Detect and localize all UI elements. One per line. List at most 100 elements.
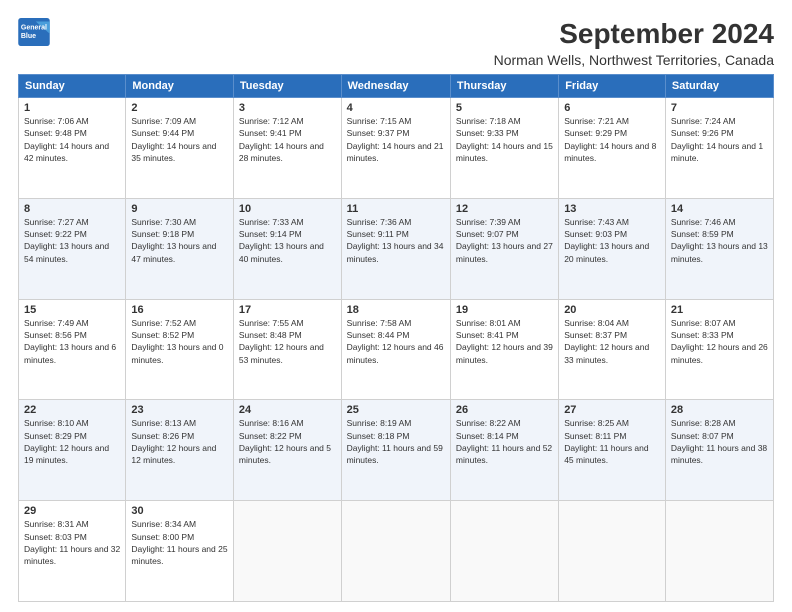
calendar-cell: 8Sunrise: 7:27 AMSunset: 9:22 PMDaylight…: [19, 198, 126, 299]
calendar-cell: 13Sunrise: 7:43 AMSunset: 9:03 PMDayligh…: [559, 198, 666, 299]
day-info: Sunrise: 8:07 AMSunset: 8:33 PMDaylight:…: [671, 317, 768, 366]
day-info: Sunrise: 7:46 AMSunset: 8:59 PMDaylight:…: [671, 216, 768, 265]
calendar-cell: 14Sunrise: 7:46 AMSunset: 8:59 PMDayligh…: [665, 198, 773, 299]
day-header-sunday: Sunday: [19, 75, 126, 98]
day-info: Sunrise: 7:39 AMSunset: 9:07 PMDaylight:…: [456, 216, 553, 265]
day-number: 16: [131, 304, 228, 316]
calendar-cell: 18Sunrise: 7:58 AMSunset: 8:44 PMDayligh…: [341, 299, 450, 400]
calendar-week-row: 15Sunrise: 7:49 AMSunset: 8:56 PMDayligh…: [19, 299, 774, 400]
day-info: Sunrise: 7:12 AMSunset: 9:41 PMDaylight:…: [239, 115, 336, 164]
calendar-cell: 11Sunrise: 7:36 AMSunset: 9:11 PMDayligh…: [341, 198, 450, 299]
day-number: 7: [671, 102, 768, 114]
day-number: 25: [347, 404, 445, 416]
calendar-cell: 21Sunrise: 8:07 AMSunset: 8:33 PMDayligh…: [665, 299, 773, 400]
day-number: 28: [671, 404, 768, 416]
day-info: Sunrise: 7:49 AMSunset: 8:56 PMDaylight:…: [24, 317, 120, 366]
calendar-cell: 12Sunrise: 7:39 AMSunset: 9:07 PMDayligh…: [450, 198, 558, 299]
calendar-cell: 9Sunrise: 7:30 AMSunset: 9:18 PMDaylight…: [126, 198, 234, 299]
day-header-saturday: Saturday: [665, 75, 773, 98]
day-header-friday: Friday: [559, 75, 666, 98]
calendar-week-row: 22Sunrise: 8:10 AMSunset: 8:29 PMDayligh…: [19, 400, 774, 501]
day-info: Sunrise: 8:31 AMSunset: 8:03 PMDaylight:…: [24, 518, 120, 567]
day-info: Sunrise: 8:34 AMSunset: 8:00 PMDaylight:…: [131, 518, 228, 567]
day-number: 4: [347, 102, 445, 114]
calendar-cell: [665, 501, 773, 602]
day-number: 26: [456, 404, 553, 416]
day-info: Sunrise: 8:25 AMSunset: 8:11 PMDaylight:…: [564, 417, 660, 466]
calendar-cell: 20Sunrise: 8:04 AMSunset: 8:37 PMDayligh…: [559, 299, 666, 400]
calendar-week-row: 8Sunrise: 7:27 AMSunset: 9:22 PMDaylight…: [19, 198, 774, 299]
day-number: 6: [564, 102, 660, 114]
day-info: Sunrise: 7:30 AMSunset: 9:18 PMDaylight:…: [131, 216, 228, 265]
day-header-wednesday: Wednesday: [341, 75, 450, 98]
day-info: Sunrise: 7:43 AMSunset: 9:03 PMDaylight:…: [564, 216, 660, 265]
calendar-cell: 17Sunrise: 7:55 AMSunset: 8:48 PMDayligh…: [233, 299, 341, 400]
calendar-cell: 1Sunrise: 7:06 AMSunset: 9:48 PMDaylight…: [19, 98, 126, 199]
svg-text:General: General: [21, 24, 47, 31]
day-number: 29: [24, 505, 120, 517]
day-number: 5: [456, 102, 553, 114]
day-number: 10: [239, 203, 336, 215]
day-info: Sunrise: 8:19 AMSunset: 8:18 PMDaylight:…: [347, 417, 445, 466]
calendar-cell: 24Sunrise: 8:16 AMSunset: 8:22 PMDayligh…: [233, 400, 341, 501]
day-header-monday: Monday: [126, 75, 234, 98]
day-info: Sunrise: 7:55 AMSunset: 8:48 PMDaylight:…: [239, 317, 336, 366]
day-info: Sunrise: 7:21 AMSunset: 9:29 PMDaylight:…: [564, 115, 660, 164]
day-number: 14: [671, 203, 768, 215]
calendar-cell: [341, 501, 450, 602]
day-number: 8: [24, 203, 120, 215]
subtitle: Norman Wells, Northwest Territories, Can…: [494, 52, 774, 68]
calendar-page: General Blue September 2024 Norman Wells…: [0, 0, 792, 612]
day-info: Sunrise: 8:16 AMSunset: 8:22 PMDaylight:…: [239, 417, 336, 466]
day-info: Sunrise: 8:22 AMSunset: 8:14 PMDaylight:…: [456, 417, 553, 466]
calendar-table: SundayMondayTuesdayWednesdayThursdayFrid…: [18, 74, 774, 602]
calendar-cell: 23Sunrise: 8:13 AMSunset: 8:26 PMDayligh…: [126, 400, 234, 501]
logo-icon: General Blue: [18, 18, 50, 46]
day-number: 27: [564, 404, 660, 416]
day-number: 17: [239, 304, 336, 316]
day-number: 13: [564, 203, 660, 215]
calendar-header-row: SundayMondayTuesdayWednesdayThursdayFrid…: [19, 75, 774, 98]
day-info: Sunrise: 7:52 AMSunset: 8:52 PMDaylight:…: [131, 317, 228, 366]
calendar-cell: 26Sunrise: 8:22 AMSunset: 8:14 PMDayligh…: [450, 400, 558, 501]
calendar-cell: 28Sunrise: 8:28 AMSunset: 8:07 PMDayligh…: [665, 400, 773, 501]
calendar-week-row: 29Sunrise: 8:31 AMSunset: 8:03 PMDayligh…: [19, 501, 774, 602]
day-number: 22: [24, 404, 120, 416]
calendar-cell: 10Sunrise: 7:33 AMSunset: 9:14 PMDayligh…: [233, 198, 341, 299]
day-number: 30: [131, 505, 228, 517]
calendar-week-row: 1Sunrise: 7:06 AMSunset: 9:48 PMDaylight…: [19, 98, 774, 199]
day-info: Sunrise: 7:33 AMSunset: 9:14 PMDaylight:…: [239, 216, 336, 265]
day-number: 9: [131, 203, 228, 215]
day-number: 18: [347, 304, 445, 316]
day-number: 19: [456, 304, 553, 316]
day-number: 1: [24, 102, 120, 114]
day-number: 21: [671, 304, 768, 316]
calendar-cell: 6Sunrise: 7:21 AMSunset: 9:29 PMDaylight…: [559, 98, 666, 199]
day-info: Sunrise: 7:06 AMSunset: 9:48 PMDaylight:…: [24, 115, 120, 164]
calendar-cell: 16Sunrise: 7:52 AMSunset: 8:52 PMDayligh…: [126, 299, 234, 400]
day-header-thursday: Thursday: [450, 75, 558, 98]
day-number: 20: [564, 304, 660, 316]
day-number: 3: [239, 102, 336, 114]
day-number: 23: [131, 404, 228, 416]
day-info: Sunrise: 8:13 AMSunset: 8:26 PMDaylight:…: [131, 417, 228, 466]
calendar-cell: 19Sunrise: 8:01 AMSunset: 8:41 PMDayligh…: [450, 299, 558, 400]
logo: General Blue: [18, 18, 50, 46]
calendar-cell: [450, 501, 558, 602]
calendar-cell: 5Sunrise: 7:18 AMSunset: 9:33 PMDaylight…: [450, 98, 558, 199]
day-info: Sunrise: 7:27 AMSunset: 9:22 PMDaylight:…: [24, 216, 120, 265]
day-number: 24: [239, 404, 336, 416]
calendar-cell: 30Sunrise: 8:34 AMSunset: 8:00 PMDayligh…: [126, 501, 234, 602]
day-info: Sunrise: 7:15 AMSunset: 9:37 PMDaylight:…: [347, 115, 445, 164]
calendar-cell: 22Sunrise: 8:10 AMSunset: 8:29 PMDayligh…: [19, 400, 126, 501]
day-info: Sunrise: 8:10 AMSunset: 8:29 PMDaylight:…: [24, 417, 120, 466]
title-block: September 2024 Norman Wells, Northwest T…: [494, 18, 774, 68]
day-number: 11: [347, 203, 445, 215]
page-header: General Blue September 2024 Norman Wells…: [18, 18, 774, 68]
main-title: September 2024: [494, 18, 774, 50]
day-info: Sunrise: 7:09 AMSunset: 9:44 PMDaylight:…: [131, 115, 228, 164]
calendar-cell: 27Sunrise: 8:25 AMSunset: 8:11 PMDayligh…: [559, 400, 666, 501]
calendar-cell: 2Sunrise: 7:09 AMSunset: 9:44 PMDaylight…: [126, 98, 234, 199]
calendar-cell: 3Sunrise: 7:12 AMSunset: 9:41 PMDaylight…: [233, 98, 341, 199]
day-info: Sunrise: 7:24 AMSunset: 9:26 PMDaylight:…: [671, 115, 768, 164]
